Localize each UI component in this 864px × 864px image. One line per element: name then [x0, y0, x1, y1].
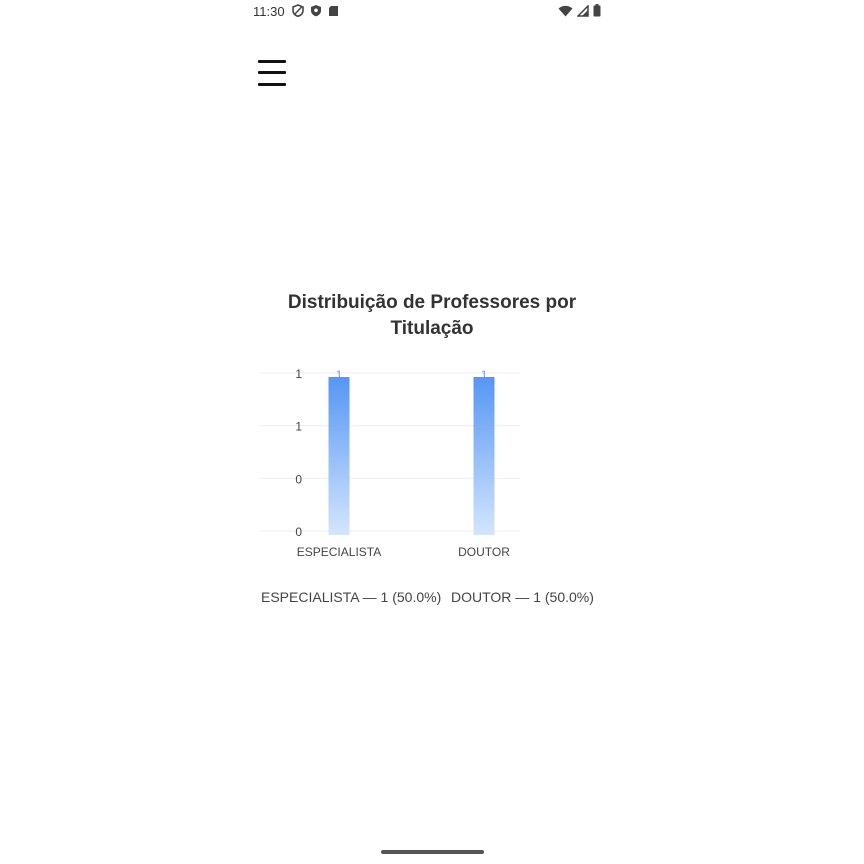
bar-especialista	[328, 377, 350, 535]
bar-chart: 1 1 0 0 1 ESPECIALISTA 1 DOUTOR	[260, 367, 520, 559]
home-indicator[interactable]	[381, 850, 484, 854]
y-tick-label: 1	[295, 420, 302, 434]
y-tick-label: 0	[295, 525, 302, 539]
x-tick-label: DOUTOR	[458, 545, 510, 559]
bar-doutor	[473, 377, 495, 535]
legend-item-doutor: DOUTOR — 1 (50.0%)	[451, 589, 594, 605]
legend-item-especialista: ESPECIALISTA — 1 (50.0%)	[261, 589, 442, 605]
x-tick-label: ESPECIALISTA	[297, 545, 381, 559]
data-label: 1	[336, 369, 342, 381]
chart-legend: ESPECIALISTA — 1 (50.0%) DOUTOR — 1 (50.…	[0, 589, 864, 609]
y-tick-label: 0	[295, 472, 302, 486]
data-label: 1	[481, 369, 487, 381]
y-tick-label: 1	[295, 367, 302, 381]
